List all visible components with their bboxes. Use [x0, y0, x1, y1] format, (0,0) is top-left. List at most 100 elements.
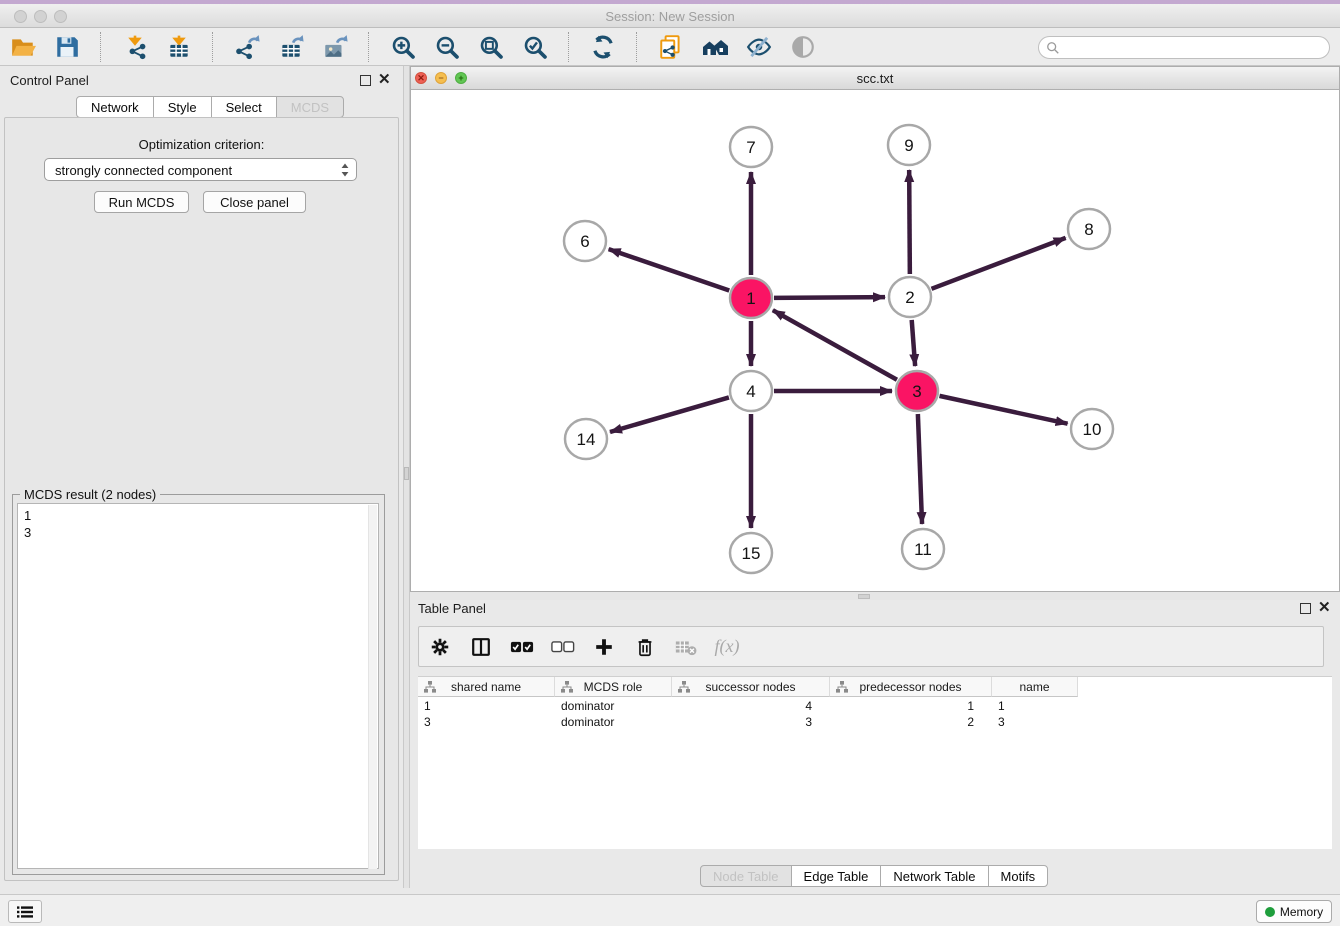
export-table-icon[interactable]: [277, 34, 304, 61]
status-bar: Memory: [0, 894, 1340, 926]
window-titlebar: Session: New Session: [0, 4, 1340, 28]
zoom-selected-icon[interactable]: [521, 34, 548, 61]
search-input[interactable]: [1065, 38, 1323, 57]
vertical-splitter-handle[interactable]: [404, 467, 409, 480]
network-view-titlebar: ✕ − + scc.txt: [411, 67, 1339, 90]
function-builder-icon: f(x): [714, 635, 740, 659]
horizontal-splitter-handle[interactable]: [858, 594, 870, 599]
refresh-view-icon[interactable]: [589, 34, 616, 61]
table-cell[interactable]: 1: [418, 698, 555, 714]
zoom-fit-icon[interactable]: [477, 34, 504, 61]
tab-network-table[interactable]: Network Table: [880, 865, 988, 887]
save-session-icon[interactable]: [53, 34, 80, 61]
horizontal-splitter[interactable]: [410, 592, 1340, 600]
graph-edge-1-6[interactable]: [609, 249, 730, 290]
network-canvas[interactable]: 7968124314101511: [411, 90, 1339, 591]
toolbar-separator: [368, 32, 369, 62]
graph-edge-1-2[interactable]: [774, 297, 885, 298]
optimization-select-value: strongly connected component: [55, 163, 232, 178]
mcds-result-textarea[interactable]: 1 3: [17, 503, 379, 869]
hierarchy-icon: [560, 680, 574, 694]
table-panel-close-icon[interactable]: ✕: [1318, 601, 1331, 615]
table-cell[interactable]: dominator: [555, 714, 672, 730]
import-network-icon[interactable]: [121, 34, 148, 61]
toolbar-separator: [212, 32, 213, 62]
import-table-icon[interactable]: [165, 34, 192, 61]
tab-style[interactable]: Style: [153, 96, 212, 118]
network-graph: 7968124314101511: [411, 90, 1339, 591]
graph-node-label: 15: [742, 544, 761, 563]
eye-icon[interactable]: [789, 34, 816, 61]
hierarchy-icon: [835, 680, 849, 694]
column-header-mcds-role[interactable]: MCDS role: [555, 677, 672, 697]
graph-node-label: 8: [1084, 220, 1093, 239]
graph-edge-3-1[interactable]: [773, 310, 897, 380]
graph-node-label: 3: [912, 382, 921, 401]
tab-mcds[interactable]: MCDS: [276, 96, 344, 118]
settings-gear-icon[interactable]: [427, 635, 453, 659]
add-column-icon[interactable]: [591, 635, 617, 659]
memory-label: Memory: [1280, 905, 1323, 919]
table-panel-title: Table Panel: [418, 601, 486, 616]
graph-edge-4-14[interactable]: [610, 397, 729, 432]
graph-node-label: 9: [904, 136, 913, 155]
table-cell[interactable]: dominator: [555, 698, 672, 714]
copy-network-icon[interactable]: [657, 34, 684, 61]
export-image-icon[interactable]: [321, 34, 348, 61]
memory-button[interactable]: Memory: [1256, 900, 1332, 923]
table-panel-tabs: Node TableEdge TableNetwork TableMotifs: [700, 865, 1048, 887]
tab-network[interactable]: Network: [76, 96, 154, 118]
task-history-button[interactable]: [8, 900, 42, 923]
optimization-criterion-label: Optimization criterion:: [4, 137, 399, 152]
graph-edge-3-11[interactable]: [918, 414, 922, 524]
graph-edge-3-10[interactable]: [939, 396, 1067, 424]
graph-edge-2-9[interactable]: [909, 170, 910, 274]
column-header-name[interactable]: name: [992, 677, 1078, 697]
table-row[interactable]: 3dominator323: [418, 714, 1332, 730]
graph-node-label: 6: [580, 232, 589, 251]
search-icon: [1046, 41, 1060, 55]
tab-edge-table[interactable]: Edge Table: [791, 865, 882, 887]
column-header-predecessor-nodes[interactable]: predecessor nodes: [830, 677, 992, 697]
graph-node-label: 7: [746, 138, 755, 157]
control-panel-float-icon[interactable]: [360, 75, 371, 86]
table-cell[interactable]: 4: [672, 698, 830, 714]
toolbar-icon-group: [0, 28, 816, 66]
result-scrollbar[interactable]: [368, 505, 377, 869]
tab-motifs[interactable]: Motifs: [988, 865, 1049, 887]
clear-checkboxes-icon[interactable]: [550, 635, 576, 659]
column-header-successor-nodes[interactable]: successor nodes: [672, 677, 830, 697]
column-header-label: name: [1019, 680, 1049, 694]
graph-edge-2-8[interactable]: [932, 238, 1066, 289]
list-icon: [15, 904, 35, 920]
table-cell[interactable]: 1: [830, 698, 992, 714]
search-box[interactable]: [1038, 36, 1330, 59]
eye-slash-icon[interactable]: [745, 34, 772, 61]
run-mcds-button[interactable]: Run MCDS: [94, 191, 189, 213]
open-session-icon[interactable]: [9, 34, 36, 61]
zoom-in-icon[interactable]: [389, 34, 416, 61]
table-cell[interactable]: 3: [418, 714, 555, 730]
close-panel-button[interactable]: Close panel: [203, 191, 306, 213]
column-header-label: successor nodes: [705, 680, 795, 694]
control-panel-title: Control Panel: [10, 73, 89, 88]
houses-icon[interactable]: [701, 34, 728, 61]
table-cell[interactable]: 1: [992, 698, 1078, 714]
table-row[interactable]: 1dominator411: [418, 698, 1332, 714]
toolbar-separator: [568, 32, 569, 62]
split-panel-icon[interactable]: [468, 635, 494, 659]
table-cell[interactable]: 3: [672, 714, 830, 730]
select-all-checkboxes-icon[interactable]: [509, 635, 535, 659]
delete-column-icon[interactable]: [632, 635, 658, 659]
optimization-select[interactable]: strongly connected component: [44, 158, 357, 181]
tab-node-table[interactable]: Node Table: [700, 865, 792, 887]
tab-select[interactable]: Select: [211, 96, 277, 118]
graph-edge-2-3[interactable]: [912, 320, 915, 366]
column-header-shared-name[interactable]: shared name: [418, 677, 555, 697]
table-cell[interactable]: 3: [992, 714, 1078, 730]
export-network-icon[interactable]: [233, 34, 260, 61]
zoom-out-icon[interactable]: [433, 34, 460, 61]
control-panel-close-icon[interactable]: ✕: [378, 73, 391, 87]
table-panel-float-icon[interactable]: [1300, 603, 1311, 614]
table-cell[interactable]: 2: [830, 714, 992, 730]
